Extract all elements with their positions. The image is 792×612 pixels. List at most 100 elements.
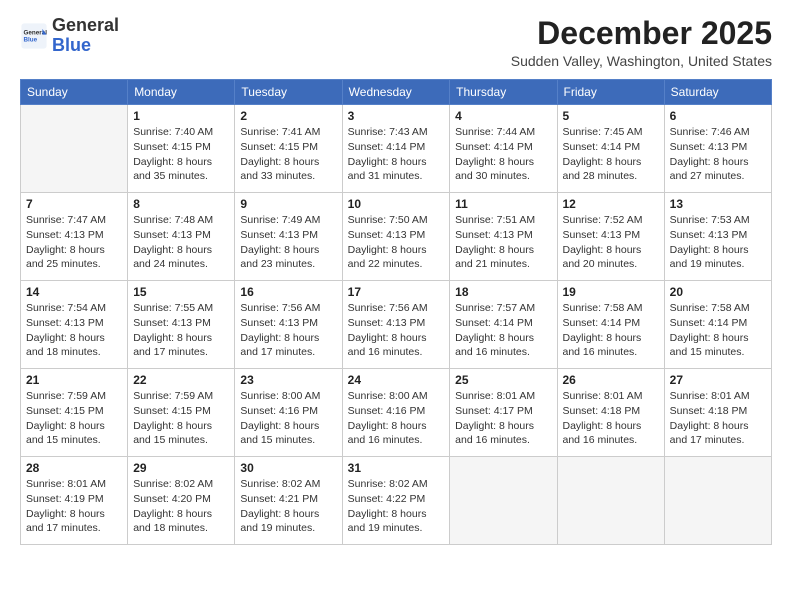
logo-icon: General Blue [20,22,48,50]
calendar-day-cell: 23Sunrise: 8:00 AMSunset: 4:16 PMDayligh… [235,369,342,457]
day-number: 16 [240,285,336,299]
day-info: Sunrise: 8:02 AMSunset: 4:21 PMDaylight:… [240,477,336,536]
calendar-table: SundayMondayTuesdayWednesdayThursdayFrid… [20,79,772,545]
calendar-day-cell: 7Sunrise: 7:47 AMSunset: 4:13 PMDaylight… [21,193,128,281]
day-number: 13 [670,197,766,211]
calendar-day-cell: 14Sunrise: 7:54 AMSunset: 4:13 PMDayligh… [21,281,128,369]
logo: General Blue General Blue [20,16,119,56]
day-number: 21 [26,373,122,387]
title-block: December 2025 Sudden Valley, Washington,… [511,16,772,69]
calendar-day-cell: 2Sunrise: 7:41 AMSunset: 4:15 PMDaylight… [235,105,342,193]
day-number: 12 [563,197,659,211]
calendar-day-cell: 15 Sunrise: 7:55 AMSunset: 4:13 PMDayligh… [128,281,235,369]
calendar-day-cell: 1Sunrise: 7:40 AMSunset: 4:15 PMDaylight… [128,105,235,193]
day-number: 25 [455,373,551,387]
day-info: Sunrise: 8:00 AMSunset: 4:16 PMDaylight:… [348,389,445,448]
weekday-header: Friday [557,80,664,105]
day-info: Sunrise: 7:49 AMSunset: 4:13 PMDaylight:… [240,213,336,272]
calendar-week-row: 14Sunrise: 7:54 AMSunset: 4:13 PMDayligh… [21,281,772,369]
day-info: Sunrise: 7:58 AMSunset: 4:14 PMDaylight:… [670,301,766,360]
calendar-week-row: 7Sunrise: 7:47 AMSunset: 4:13 PMDaylight… [21,193,772,281]
calendar-day-cell: 21 Sunrise: 7:59 AMSunset: 4:15 PMDayligh… [21,369,128,457]
day-info: Sunrise: 7:59 AMSunset: 4:15 PMDaylight:… [26,389,122,448]
day-info: Sunrise: 7:51 AMSunset: 4:13 PMDaylight:… [455,213,551,272]
calendar-day-cell: 8Sunrise: 7:48 AMSunset: 4:13 PMDaylight… [128,193,235,281]
calendar-day-cell: 9Sunrise: 7:49 AMSunset: 4:13 PMDaylight… [235,193,342,281]
day-info: Sunrise: 7:40 AMSunset: 4:15 PMDaylight:… [133,125,229,184]
calendar-day-cell: 18 Sunrise: 7:57 AMSunset: 4:14 PMDayligh… [450,281,557,369]
calendar-day-cell: 29Sunrise: 8:02 AMSunset: 4:20 PMDayligh… [128,457,235,545]
calendar-day-cell: 6 Sunrise: 7:46 AMSunset: 4:13 PMDaylight… [664,105,771,193]
day-number: 18 [455,285,551,299]
calendar-week-row: 21 Sunrise: 7:59 AMSunset: 4:15 PMDayligh… [21,369,772,457]
day-info: Sunrise: 7:54 AMSunset: 4:13 PMDaylight:… [26,301,122,360]
day-info: Sunrise: 8:01 AMSunset: 4:17 PMDaylight:… [455,389,551,448]
day-number: 27 [670,373,766,387]
day-info: Sunrise: 7:50 AMSunset: 4:13 PMDaylight:… [348,213,445,272]
day-info: Sunrise: 7:44 AMSunset: 4:14 PMDaylight:… [455,125,551,184]
page-container: General Blue General Blue December 2025 … [0,0,792,555]
day-number: 7 [26,197,122,211]
calendar-week-row: 1Sunrise: 7:40 AMSunset: 4:15 PMDaylight… [21,105,772,193]
day-number: 22 [133,373,229,387]
day-info: Sunrise: 7:45 AMSunset: 4:14 PMDaylight:… [563,125,659,184]
calendar-day-cell: 20 Sunrise: 7:58 AMSunset: 4:14 PMDayligh… [664,281,771,369]
day-info: Sunrise: 7:56 AMSunset: 4:13 PMDaylight:… [240,301,336,360]
calendar-day-cell: 12 Sunrise: 7:52 AMSunset: 4:13 PMDayligh… [557,193,664,281]
day-number: 3 [348,109,445,123]
calendar-day-cell [557,457,664,545]
day-info: Sunrise: 8:02 AMSunset: 4:22 PMDaylight:… [348,477,445,536]
calendar-day-cell [21,105,128,193]
day-info: Sunrise: 8:01 AMSunset: 4:18 PMDaylight:… [563,389,659,448]
calendar-day-cell: 26 Sunrise: 8:01 AMSunset: 4:18 PMDayligh… [557,369,664,457]
calendar-day-cell [450,457,557,545]
day-info: Sunrise: 7:55 AMSunset: 4:13 PMDaylight:… [133,301,229,360]
calendar-day-cell: 4Sunrise: 7:44 AMSunset: 4:14 PMDaylight… [450,105,557,193]
day-info: Sunrise: 7:57 AMSunset: 4:14 PMDaylight:… [455,301,551,360]
calendar-day-cell: 31 Sunrise: 8:02 AMSunset: 4:22 PMDayligh… [342,457,450,545]
location-text: Sudden Valley, Washington, United States [511,53,772,69]
day-number: 5 [563,109,659,123]
day-info: Sunrise: 7:43 AMSunset: 4:14 PMDaylight:… [348,125,445,184]
day-number: 20 [670,285,766,299]
day-info: Sunrise: 7:56 AMSunset: 4:13 PMDaylight:… [348,301,445,360]
calendar-day-cell: 10 Sunrise: 7:50 AMSunset: 4:13 PMDayligh… [342,193,450,281]
day-info: Sunrise: 7:59 AMSunset: 4:15 PMDaylight:… [133,389,229,448]
weekday-header: Thursday [450,80,557,105]
calendar-day-cell: 24 Sunrise: 8:00 AMSunset: 4:16 PMDayligh… [342,369,450,457]
day-number: 8 [133,197,229,211]
weekday-header: Saturday [664,80,771,105]
weekday-header: Sunday [21,80,128,105]
day-number: 29 [133,461,229,475]
day-number: 6 [670,109,766,123]
calendar-day-cell: 27Sunrise: 8:01 AMSunset: 4:18 PMDayligh… [664,369,771,457]
day-number: 15 [133,285,229,299]
day-number: 19 [563,285,659,299]
day-number: 31 [348,461,445,475]
day-number: 28 [26,461,122,475]
day-number: 17 [348,285,445,299]
logo-blue-text: Blue [52,35,91,55]
day-info: Sunrise: 8:01 AMSunset: 4:19 PMDaylight:… [26,477,122,536]
month-title: December 2025 [511,16,772,51]
day-number: 30 [240,461,336,475]
calendar-day-cell: 19Sunrise: 7:58 AMSunset: 4:14 PMDayligh… [557,281,664,369]
day-info: Sunrise: 8:00 AMSunset: 4:16 PMDaylight:… [240,389,336,448]
day-number: 24 [348,373,445,387]
calendar-day-cell: 3 Sunrise: 7:43 AMSunset: 4:14 PMDaylight… [342,105,450,193]
logo-general-text: General [52,15,119,35]
calendar-day-cell: 16 Sunrise: 7:56 AMSunset: 4:13 PMDayligh… [235,281,342,369]
calendar-day-cell: 25 Sunrise: 8:01 AMSunset: 4:17 PMDayligh… [450,369,557,457]
calendar-day-cell: 28 Sunrise: 8:01 AMSunset: 4:19 PMDayligh… [21,457,128,545]
calendar-day-cell: 22 Sunrise: 7:59 AMSunset: 4:15 PMDayligh… [128,369,235,457]
calendar-day-cell: 11Sunrise: 7:51 AMSunset: 4:13 PMDayligh… [450,193,557,281]
svg-text:Blue: Blue [24,36,38,43]
day-number: 10 [348,197,445,211]
day-info: Sunrise: 7:53 AMSunset: 4:13 PMDaylight:… [670,213,766,272]
calendar-header-row: SundayMondayTuesdayWednesdayThursdayFrid… [21,80,772,105]
day-number: 26 [563,373,659,387]
weekday-header: Monday [128,80,235,105]
day-info: Sunrise: 7:46 AMSunset: 4:13 PMDaylight:… [670,125,766,184]
weekday-header: Wednesday [342,80,450,105]
day-info: Sunrise: 7:52 AMSunset: 4:13 PMDaylight:… [563,213,659,272]
